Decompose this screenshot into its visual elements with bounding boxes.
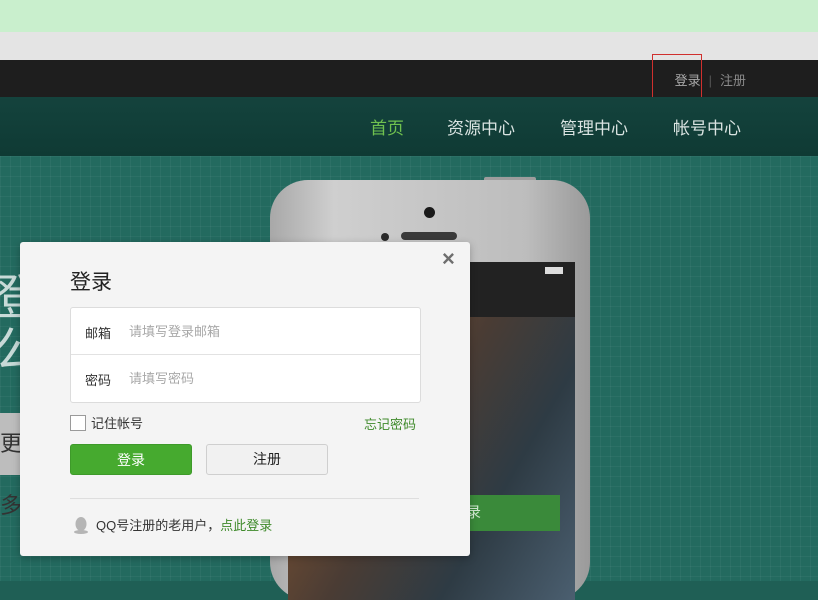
dialog-title: 登录: [70, 271, 112, 294]
email-label: 邮箱: [85, 326, 112, 341]
register-button[interactable]: 注册: [206, 444, 328, 475]
password-label: 密码: [85, 373, 112, 388]
nav-home[interactable]: 首页: [370, 114, 404, 139]
main-nav: 首页 资源中心 管理中心 帐号中心: [0, 97, 818, 156]
qq-login-row: QQ号注册的老用户，点此登录: [72, 515, 272, 537]
login-form: 邮箱 密码: [70, 307, 421, 403]
login-dialog: × 登录 邮箱 密码 记住帐号 忘记密码 登录 注册 QQ号注册的老用户，点此登…: [20, 242, 470, 556]
nav-account-center[interactable]: 帐号中心: [673, 114, 741, 139]
remember-label: 记住帐号: [91, 416, 144, 431]
phone-speaker: [401, 232, 457, 240]
login-button[interactable]: 登录: [70, 444, 192, 475]
browser-tab-bar: [0, 0, 818, 33]
nav-management-center[interactable]: 管理中心: [560, 114, 628, 139]
password-row: 密码: [71, 355, 420, 401]
hero-more-button[interactable]: 更多: [0, 413, 22, 518]
nav-resource-center[interactable]: 资源中心: [447, 114, 515, 139]
top-register-link[interactable]: 注册: [720, 73, 746, 88]
qq-login-link[interactable]: 点此登录: [220, 518, 272, 533]
battery-icon: [545, 267, 563, 274]
remember-account[interactable]: 记住帐号: [70, 413, 143, 432]
login-highlight-box: [652, 54, 702, 99]
email-field[interactable]: [127, 319, 401, 343]
qq-penguin-icon: [72, 516, 90, 537]
divider: [70, 498, 419, 499]
password-field[interactable]: [127, 366, 401, 390]
phone-sensor: [381, 233, 389, 241]
remember-checkbox[interactable]: [70, 415, 86, 431]
phone-camera: [424, 207, 435, 218]
email-row: 邮箱: [71, 308, 420, 355]
forgot-password-link[interactable]: 忘记密码: [364, 414, 416, 433]
link-separator: |: [708, 73, 712, 88]
qq-text: QQ号注册的老用户，: [96, 518, 221, 533]
close-icon[interactable]: ×: [442, 246, 455, 272]
